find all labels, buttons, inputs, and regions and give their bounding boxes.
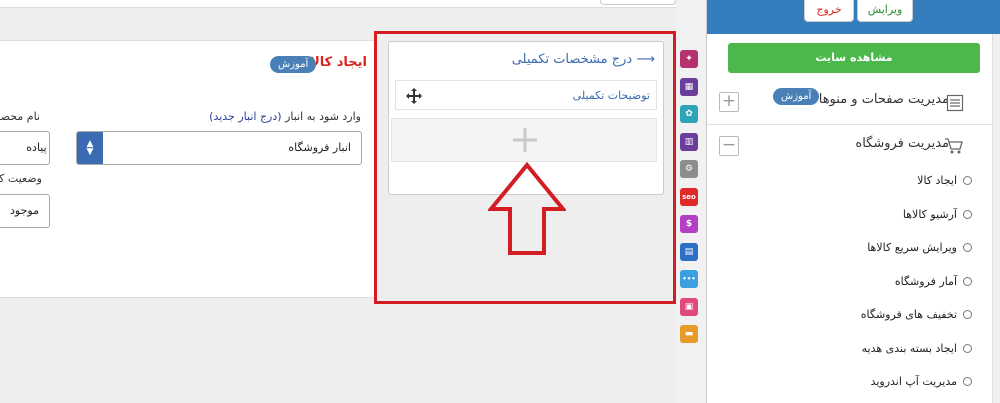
spec-row[interactable]: توضیحات تکمیلی (395, 80, 657, 110)
settings-icon[interactable]: ⚙ (680, 160, 698, 178)
move-icon[interactable] (405, 87, 423, 105)
store-menu-item-label: مدیریت آپ اندروید (870, 375, 957, 388)
tool-icon-column: ✦ ▦ ✿ ▥ ⚙ seo $ ▤ ••• ▣ ▬ (676, 42, 702, 382)
menu-divider (707, 124, 1000, 125)
image-icon[interactable]: ▣ (680, 297, 698, 316)
plus-icon[interactable] (511, 126, 539, 154)
spec-panel-title-text: درج مشخصات تکمیلی (511, 52, 633, 67)
warehouse-label: وارد شود به انبار (درج انبار جدید) (209, 110, 361, 123)
radio-icon (963, 243, 972, 252)
radio-icon (963, 209, 972, 219)
document-icon[interactable]: ▤ (680, 242, 698, 261)
store-menu-item-label: ایجاد کالا (917, 174, 957, 187)
top-strip (0, 0, 676, 8)
dollar-icon[interactable]: $ (680, 215, 698, 233)
top-header: خروج ویرایش (707, 0, 1000, 34)
store-menu-item-label: ویرایش سریع کالاها (867, 241, 957, 254)
warehouse-select[interactable]: انبار فروشگاه ▲ ▼ (76, 131, 362, 165)
product-name-value: کفش پیاده (26, 141, 49, 154)
new-warehouse-link[interactable]: (درج انبار جدید) (209, 110, 281, 123)
store-menu-item-label: تخفیف های فروشگاه (860, 308, 957, 321)
radio-icon (963, 276, 972, 286)
cart-icon (945, 138, 963, 154)
spec-panel-title: ⟶ درج مشخصات تکمیلی (512, 52, 655, 67)
folder-icon[interactable]: ▬ (680, 325, 698, 343)
store-collapse-toggle[interactable]: − (719, 136, 739, 156)
spec-row-label: توضیحات تکمیلی (572, 89, 650, 102)
select-arrows-icon[interactable]: ▲ ▼ (77, 132, 103, 164)
store-menu-item-label: آرشیو کالاها (902, 207, 957, 221)
radio-icon (963, 310, 972, 319)
work-area: ایجاد کالا آموزش وارد شود به انبار (درج … (0, 0, 676, 403)
exit-button[interactable]: خروج (804, 0, 854, 22)
product-status-value: موجود (10, 204, 39, 217)
top-strip-button[interactable] (600, 0, 676, 5)
store-menu-item[interactable]: ایجاد بسته بندی هدیه (862, 342, 972, 360)
store-menu-item[interactable]: آمار فروشگاه (895, 275, 972, 293)
pages-help-badge[interactable]: آموزش (773, 88, 820, 105)
pages-expand-toggle[interactable]: + (719, 92, 739, 112)
pages-menu-label: مدیریت صفحات و منوها (818, 92, 949, 107)
store-menu-item[interactable]: آرشیو کالاها (903, 208, 972, 226)
admin-sidebar: خروج ویرایش مشاهده سایت مدیریت صفحات و م… (706, 0, 1000, 403)
store-menu-label: مدیریت فروشگاه (855, 136, 949, 151)
product-status-input[interactable]: موجود (0, 194, 50, 228)
product-name-label: نام محصول (0, 110, 40, 123)
radio-icon (963, 377, 972, 386)
pin-icon[interactable]: ✦ (680, 50, 698, 68)
store-menu-item[interactable]: مدیریت آپ اندروید (871, 375, 972, 393)
product-name-input[interactable]: کفش پیاده (0, 131, 50, 165)
store-menu-item[interactable]: ایجاد کالا (917, 174, 972, 192)
store-menu-item-label: ایجاد بسته بندی هدیه (861, 341, 957, 355)
store-menu-item[interactable]: ویرایش سریع کالاها (867, 241, 972, 259)
add-spec-area[interactable] (391, 118, 657, 162)
store-menu-item[interactable]: تخفیف های فروشگاه (861, 308, 972, 326)
form-help-badge[interactable]: آموزش (270, 56, 317, 73)
chat-icon[interactable]: ••• (680, 270, 698, 288)
grid-icon[interactable]: ▦ (680, 77, 698, 96)
product-form-panel: ایجاد کالا آموزش وارد شود به انبار (درج … (0, 40, 376, 298)
puzzle-icon[interactable]: ✿ (680, 105, 698, 123)
product-status-label: وضعیت کالا (0, 172, 42, 185)
form-title: ایجاد کالا (310, 55, 367, 70)
sidebar-scrollbar[interactable] (992, 34, 1000, 403)
edit-button[interactable]: ویرایش (857, 0, 913, 22)
radio-icon (963, 176, 972, 185)
radio-icon (963, 343, 972, 353)
arrow-right-icon: ⟶ (636, 52, 655, 67)
up-arrow-annotation-icon (488, 162, 566, 255)
store-menu-item-label: آمار فروشگاه (894, 274, 957, 288)
warehouse-select-value: انبار فروشگاه (288, 141, 351, 154)
seo-icon[interactable]: seo (680, 187, 698, 206)
view-site-button[interactable]: مشاهده سایت (728, 43, 980, 73)
layout-icon[interactable]: ▥ (680, 132, 698, 151)
warehouse-label-text: وارد شود به انبار (285, 110, 361, 123)
list-icon (946, 94, 964, 112)
